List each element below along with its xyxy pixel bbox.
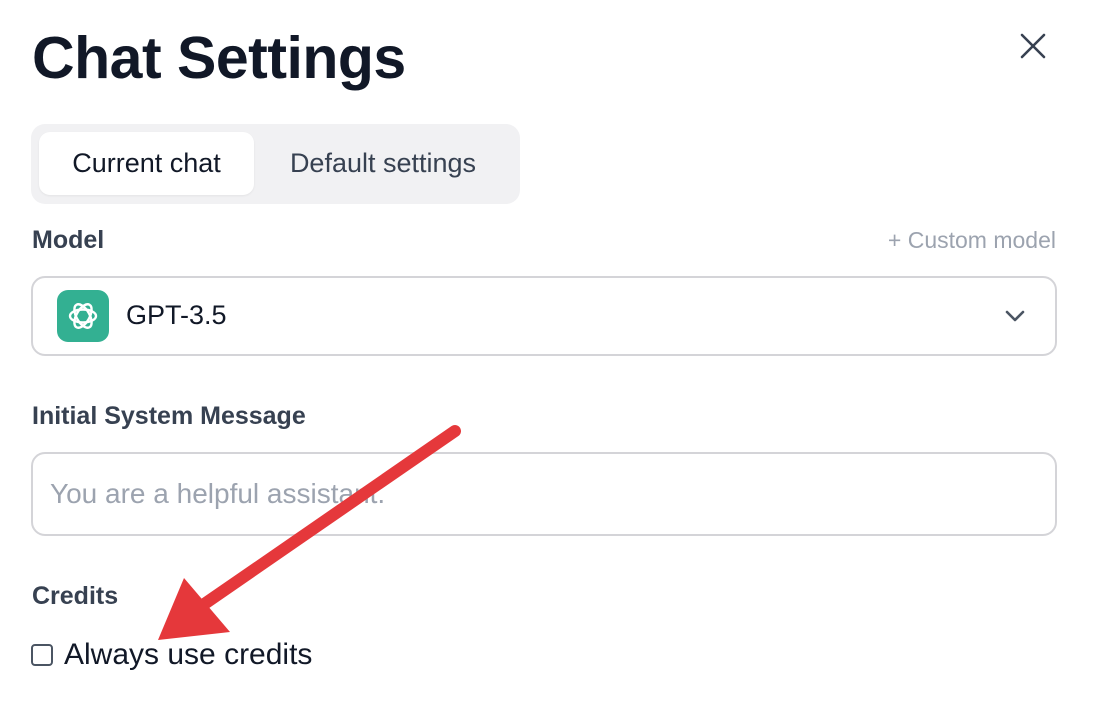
settings-tabs: Current chat Default settings — [31, 124, 520, 204]
page-title: Chat Settings — [32, 25, 406, 91]
model-select[interactable]: GPT-3.5 — [31, 276, 1057, 356]
system-message-label: Initial System Message — [32, 402, 306, 430]
always-use-credits-label[interactable]: Always use credits — [64, 638, 312, 672]
credits-label: Credits — [32, 582, 119, 610]
model-label: Model — [32, 226, 105, 254]
chevron-down-icon — [1005, 310, 1025, 322]
close-icon — [1020, 33, 1046, 59]
selected-model: GPT-3.5 — [126, 300, 227, 330]
always-use-credits-checkbox[interactable] — [31, 644, 53, 666]
openai-icon — [57, 290, 109, 342]
always-use-credits-row: Always use credits — [31, 638, 312, 672]
tab-default-settings[interactable]: Default settings — [263, 132, 503, 195]
tab-current-chat[interactable]: Current chat — [39, 132, 254, 195]
close-button[interactable] — [1013, 26, 1053, 66]
system-message-input[interactable] — [31, 452, 1057, 536]
custom-model-link[interactable]: + Custom model — [888, 227, 1056, 254]
